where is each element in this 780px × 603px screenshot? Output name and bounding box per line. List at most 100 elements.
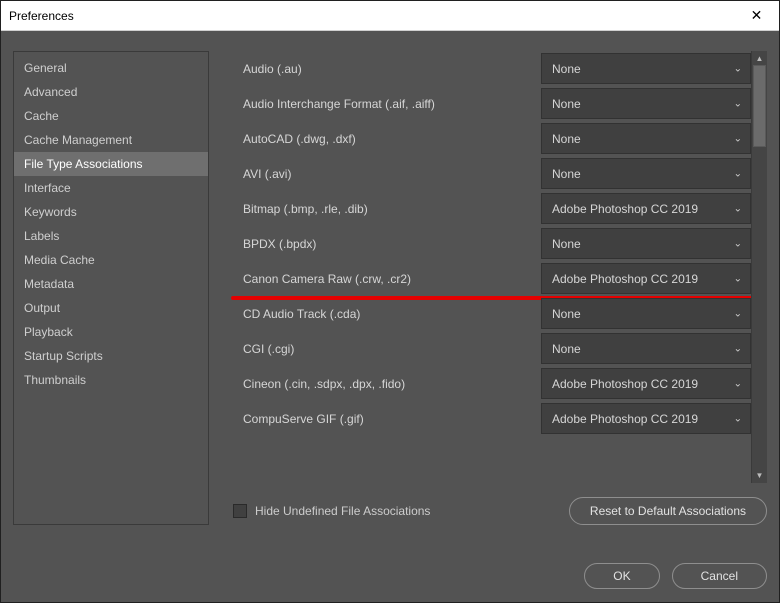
sidebar-item-output[interactable]: Output — [14, 296, 208, 320]
close-icon: ✕ — [751, 7, 763, 24]
association-select[interactable]: Adobe Photoshop CC 2019 ⌄ — [541, 368, 751, 399]
association-value: Adobe Photoshop CC 2019 — [552, 377, 698, 391]
sidebar-item-label: Startup Scripts — [24, 349, 103, 363]
chevron-down-icon: ⌄ — [734, 203, 742, 214]
sidebar-item-advanced[interactable]: Advanced — [14, 80, 208, 104]
association-select[interactable]: None⌄ — [541, 228, 751, 259]
sidebar-item-file-type-associations[interactable]: File Type Associations — [14, 152, 208, 176]
sidebar-item-cache[interactable]: Cache — [14, 104, 208, 128]
scrollbar[interactable]: ▲ ▼ — [751, 51, 767, 483]
association-select[interactable]: None ⌄ — [541, 158, 751, 189]
association-row: Audio Interchange Format (.aif, .aiff) N… — [225, 86, 751, 121]
association-select[interactable]: None ⌄ — [541, 298, 751, 329]
association-row: CompuServe GIF (.gif) Adobe Photoshop CC… — [225, 401, 751, 436]
association-row: Audio (.au) None ⌄ — [225, 51, 751, 86]
cancel-button[interactable]: Cancel — [672, 563, 767, 589]
association-select[interactable]: Adobe Photoshop CC 2019 ⌄ — [541, 193, 751, 224]
sidebar-item-label: Interface — [24, 181, 71, 195]
association-select[interactable]: Adobe Photoshop CC 2019⌄ — [541, 263, 751, 294]
footer: OK Cancel — [13, 525, 767, 589]
association-row: CGI (.cgi) None ⌄ — [225, 331, 751, 366]
association-label: Audio (.au) — [237, 54, 531, 84]
sidebar-item-media-cache[interactable]: Media Cache — [14, 248, 208, 272]
sidebar-item-thumbnails[interactable]: Thumbnails — [14, 368, 208, 392]
association-label: Bitmap (.bmp, .rle, .dib) — [237, 194, 531, 224]
association-row: Cineon (.cin, .sdpx, .dpx, .fido) Adobe … — [225, 366, 751, 401]
chevron-down-icon: ⌄ — [734, 413, 742, 424]
association-label: CompuServe GIF (.gif) — [237, 404, 531, 434]
association-label: BPDX (.bpdx) — [237, 229, 531, 259]
association-select[interactable]: Adobe Photoshop CC 2019 ⌄ — [541, 403, 751, 434]
association-label: CGI (.cgi) — [237, 334, 531, 364]
titlebar: Preferences ✕ — [1, 1, 779, 31]
sidebar-item-label: Advanced — [24, 85, 77, 99]
association-value: None — [552, 132, 581, 146]
chevron-down-icon: ⌄ — [734, 63, 742, 74]
sidebar-item-cache-management[interactable]: Cache Management — [14, 128, 208, 152]
sidebar-item-keywords[interactable]: Keywords — [14, 200, 208, 224]
ok-button[interactable]: OK — [584, 563, 659, 589]
scroll-thumb[interactable] — [753, 65, 766, 147]
association-value: None — [552, 167, 581, 181]
button-label: Reset to Default Associations — [590, 504, 746, 518]
client-area: General Advanced Cache Cache Management … — [1, 31, 779, 603]
association-value: Adobe Photoshop CC 2019 — [552, 412, 698, 426]
association-select[interactable]: None⌄ — [541, 123, 751, 154]
association-label: AutoCAD (.dwg, .dxf) — [237, 124, 531, 154]
sidebar-item-label: Labels — [24, 229, 59, 243]
sidebar-item-label: Cache — [24, 109, 59, 123]
association-row: Bitmap (.bmp, .rle, .dib) Adobe Photosho… — [225, 191, 751, 226]
sidebar-item-label: Metadata — [24, 277, 74, 291]
chevron-down-icon: ⌄ — [734, 98, 742, 109]
scroll-down-icon[interactable]: ▼ — [752, 468, 767, 483]
sidebar-item-label: Keywords — [24, 205, 77, 219]
association-label: AVI (.avi) — [237, 159, 531, 189]
columns: General Advanced Cache Cache Management … — [13, 51, 767, 525]
sidebar-item-startup-scripts[interactable]: Startup Scripts — [14, 344, 208, 368]
association-row: BPDX (.bpdx) None⌄ — [225, 226, 751, 261]
association-value: None — [552, 62, 581, 76]
sidebar-item-general[interactable]: General — [14, 56, 208, 80]
association-row: AVI (.avi) None ⌄ — [225, 156, 751, 191]
sidebar-item-label: Cache Management — [24, 133, 132, 147]
close-button[interactable]: ✕ — [734, 1, 779, 30]
sidebar-item-label: Media Cache — [24, 253, 95, 267]
sidebar-item-label: General — [24, 61, 67, 75]
association-list: Audio (.au) None ⌄ Audio Interchange Form… — [225, 51, 751, 483]
sidebar-item-playback[interactable]: Playback — [14, 320, 208, 344]
reset-defaults-button[interactable]: Reset to Default Associations — [569, 497, 767, 525]
sidebar-item-labels[interactable]: Labels — [14, 224, 208, 248]
association-select[interactable]: None ⌄ — [541, 333, 751, 364]
chevron-down-icon: ⌄ — [734, 238, 742, 249]
sidebar-item-label: File Type Associations — [24, 157, 143, 171]
association-row-highlighted: Canon Camera Raw (.crw, .cr2) Adobe Phot… — [225, 261, 751, 296]
association-value: Adobe Photoshop CC 2019 — [552, 202, 698, 216]
chevron-down-icon: ⌄ — [734, 343, 742, 354]
sidebar-item-interface[interactable]: Interface — [14, 176, 208, 200]
main-panel: Audio (.au) None ⌄ Audio Interchange Form… — [225, 51, 767, 525]
button-label: Cancel — [701, 569, 738, 583]
association-value: None — [552, 342, 581, 356]
sidebar-item-metadata[interactable]: Metadata — [14, 272, 208, 296]
checkbox-box — [233, 504, 247, 518]
sidebar: General Advanced Cache Cache Management … — [13, 51, 209, 525]
chevron-down-icon: ⌄ — [734, 273, 742, 284]
button-label: OK — [613, 569, 630, 583]
association-label: CD Audio Track (.cda) — [237, 299, 531, 329]
chevron-down-icon: ⌄ — [734, 168, 742, 179]
association-label: Audio Interchange Format (.aif, .aiff) — [237, 89, 531, 119]
association-select[interactable]: None ⌄ — [541, 53, 751, 84]
association-list-wrap: Audio (.au) None ⌄ Audio Interchange Form… — [225, 51, 767, 483]
checkbox-label: Hide Undefined File Associations — [255, 504, 430, 518]
sidebar-item-label: Thumbnails — [24, 373, 86, 387]
chevron-down-icon: ⌄ — [734, 308, 742, 319]
sidebar-item-label: Output — [24, 301, 60, 315]
chevron-down-icon: ⌄ — [734, 378, 742, 389]
hide-undefined-checkbox[interactable]: Hide Undefined File Associations — [233, 504, 430, 518]
association-value: None — [552, 307, 581, 321]
sidebar-item-label: Playback — [24, 325, 73, 339]
window-title: Preferences — [9, 9, 74, 23]
association-select[interactable]: None⌄ — [541, 88, 751, 119]
scroll-up-icon[interactable]: ▲ — [752, 51, 767, 66]
association-label: Cineon (.cin, .sdpx, .dpx, .fido) — [237, 369, 531, 399]
